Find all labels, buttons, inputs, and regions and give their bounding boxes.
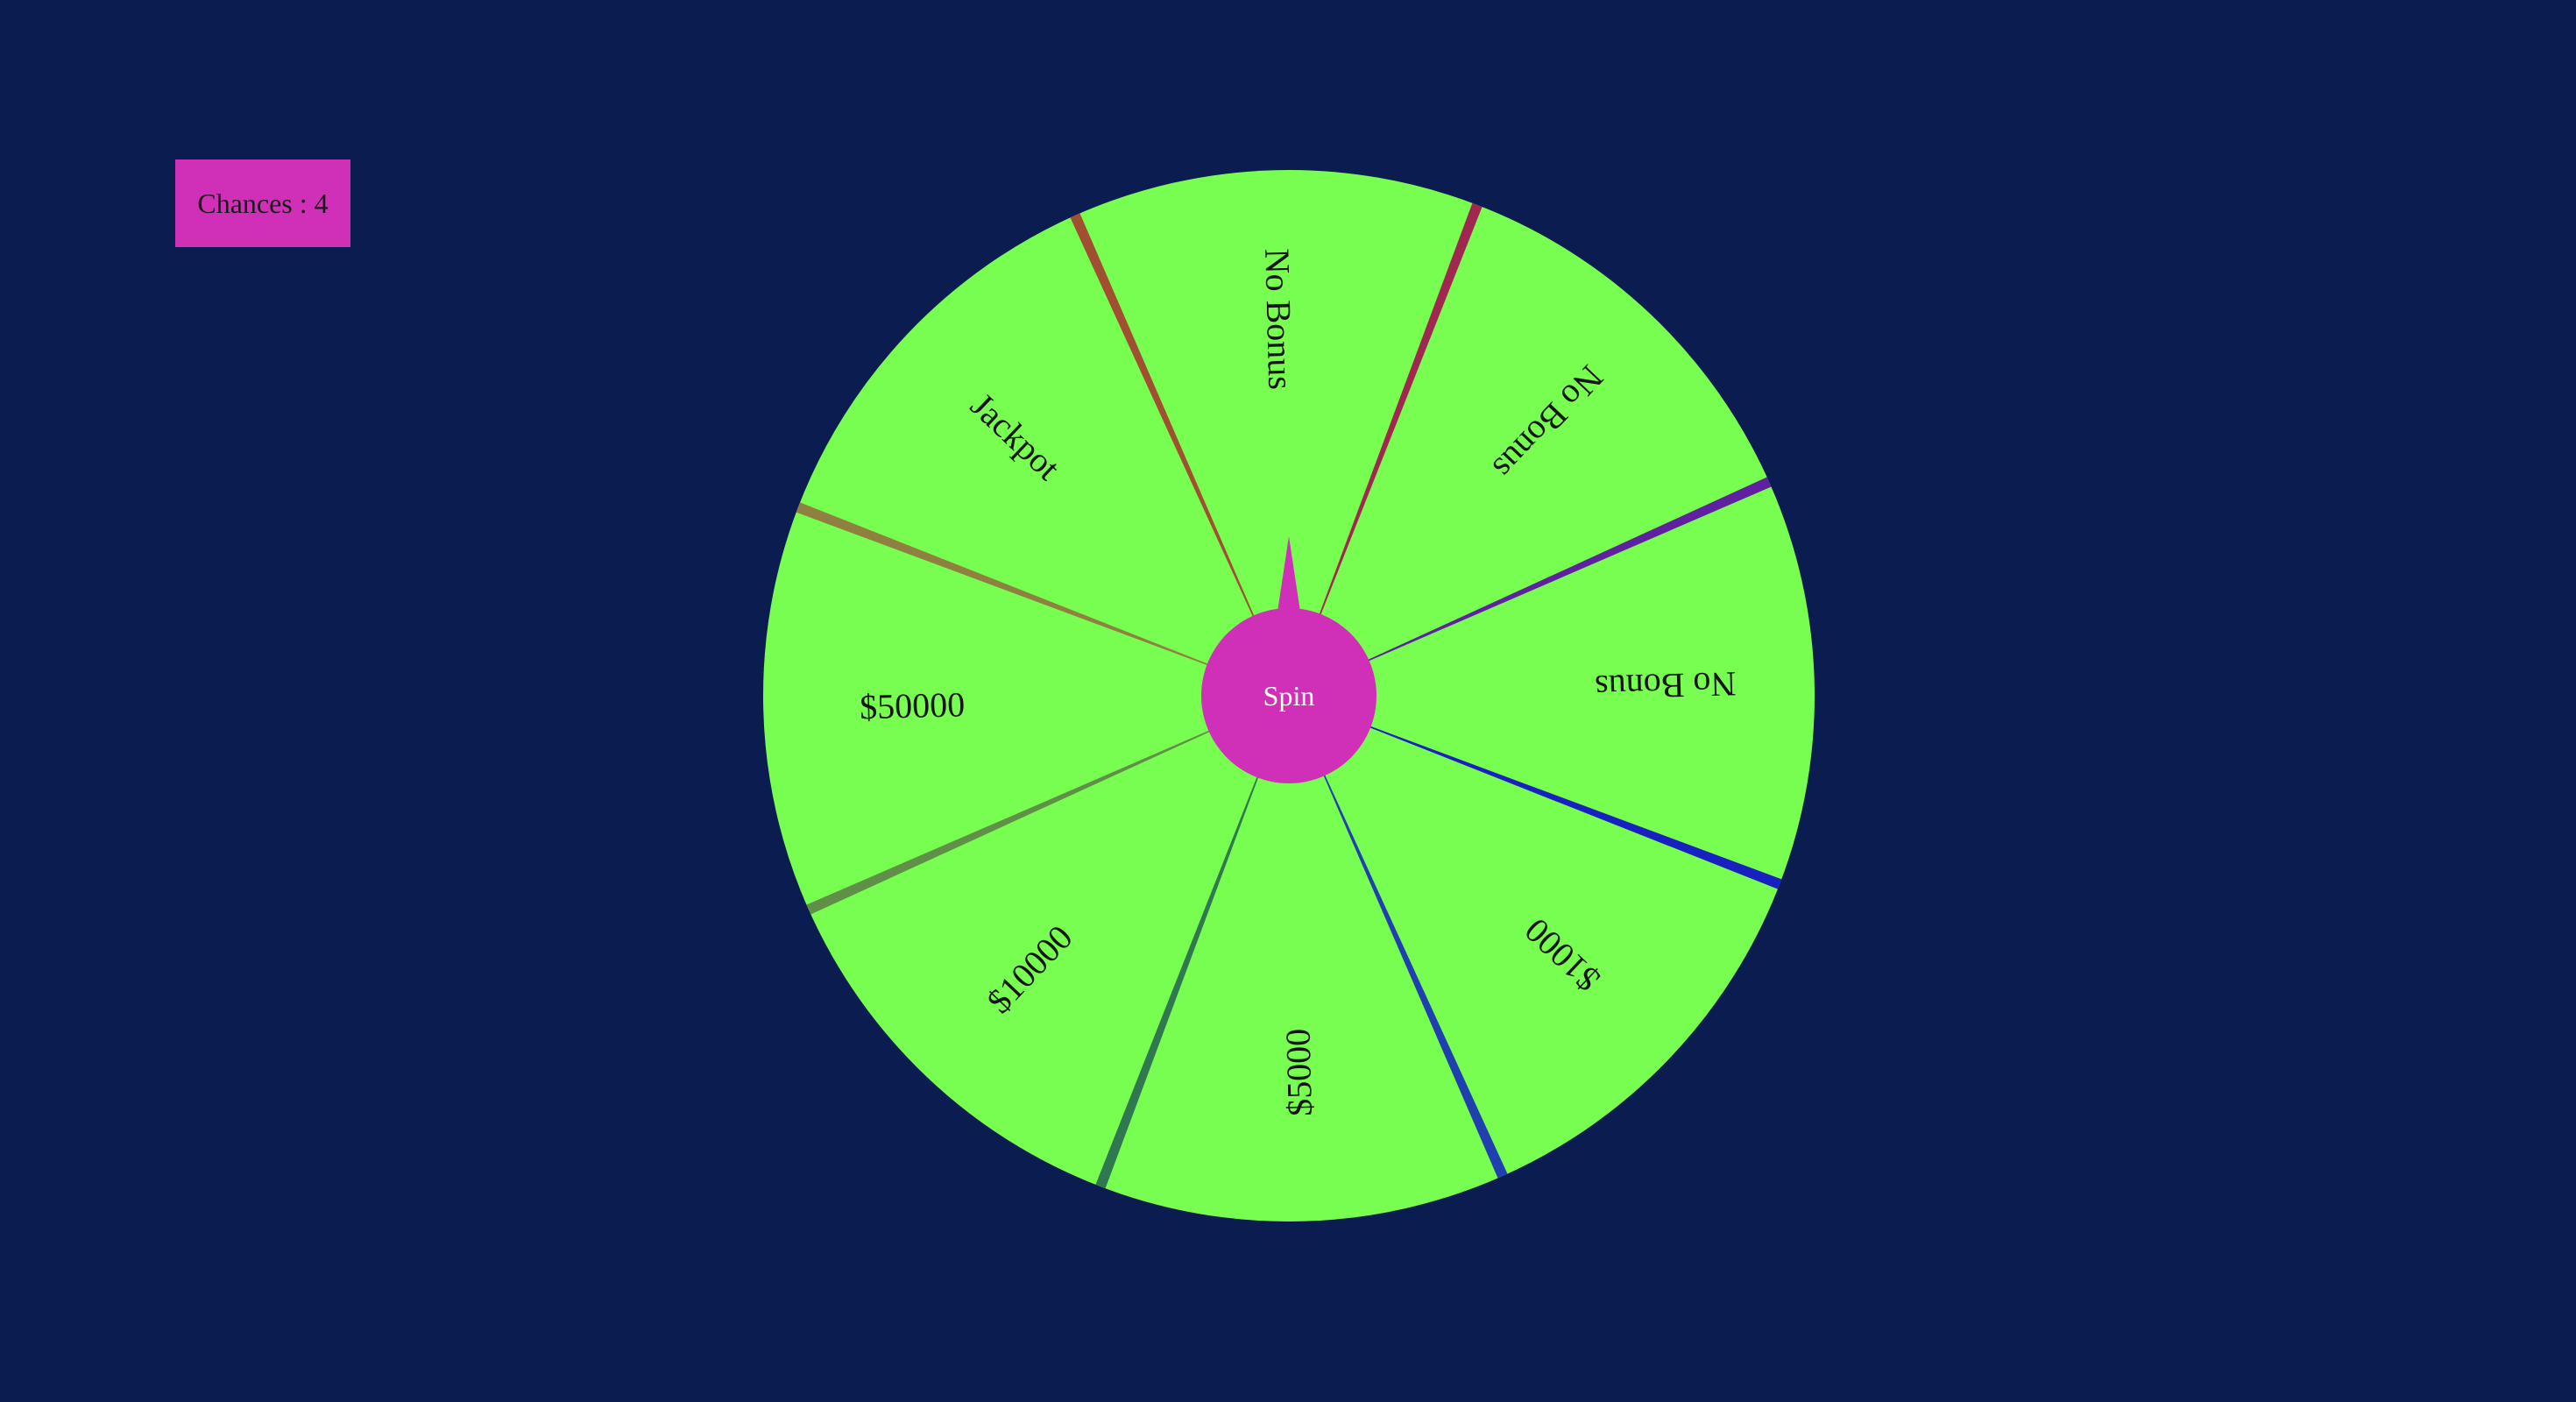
wheel-segment-label: No Bonus	[1595, 664, 1737, 707]
wheel-segment-label: $50000	[860, 684, 966, 726]
wheel-segment-label: $5000	[1277, 1028, 1320, 1116]
prize-wheel: No Bonus No Bonus No Bonus $1000 $5000 $10000…	[761, 165, 1817, 1221]
chances-counter: Chances : 4	[175, 159, 350, 247]
wheel-segment-label: No Bonus	[1257, 248, 1300, 390]
spin-button-label[interactable]: Spin	[1263, 680, 1315, 712]
prize-wheel-graphic: No BonusNo BonusNo Bonus$1000$5000$10000…	[763, 170, 1815, 1221]
